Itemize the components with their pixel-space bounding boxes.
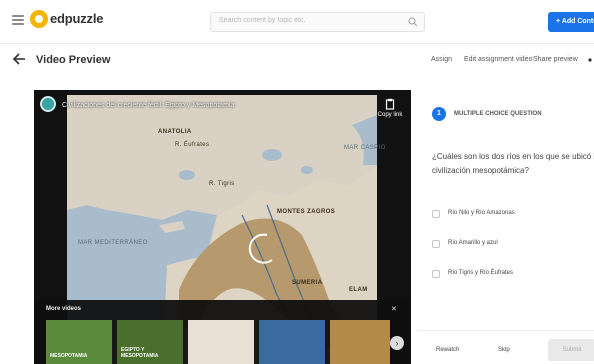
- more-options-icon[interactable]: [586, 55, 594, 65]
- option-label: Río Amarillo y azul: [448, 240, 498, 246]
- skip-button[interactable]: Skip: [498, 347, 510, 353]
- next-videos-arrow-icon[interactable]: ›: [390, 336, 404, 350]
- thumbnail-label: MESOPOTAMIA: [50, 353, 88, 359]
- map-label-sumeria: SUMERIA: [292, 280, 323, 286]
- option-checkbox[interactable]: [432, 210, 440, 218]
- answer-option[interactable]: Río Tigris y Río Éufrates: [432, 268, 582, 280]
- submit-button[interactable]: Submit: [548, 339, 594, 361]
- question-number-badge: 1: [432, 107, 446, 121]
- video-thumbnail[interactable]: [259, 320, 325, 364]
- video-thumbnail[interactable]: [330, 320, 390, 364]
- search-icon[interactable]: [408, 17, 418, 27]
- more-videos-title: More videos: [46, 306, 82, 312]
- map-label-montes-zagros: MONTES ZAGROS: [277, 209, 336, 215]
- copy-link-button[interactable]: Copy link: [376, 98, 404, 118]
- answer-option[interactable]: Río Nilo y Río Amazonas: [432, 208, 582, 220]
- option-label: Río Tigris y Río Éufrates: [448, 270, 514, 276]
- share-preview-link[interactable]: Share preview: [533, 56, 578, 63]
- search-input[interactable]: Search content by topic etc.: [210, 12, 425, 32]
- thumbnail-label: EGIPTO Y MESOPOTAMIA: [121, 347, 159, 359]
- question-actions-bar: Rewatch Skip Submit: [418, 330, 594, 364]
- more-videos-panel: More videos ✕ MESOPOTAMIA EGIPTO Y MESOP…: [34, 300, 411, 364]
- map-label-mar-mediterraneo: MAR MEDITERRÁNEO: [78, 240, 148, 246]
- video-thumbnail[interactable]: MESOPOTAMIA: [46, 320, 112, 364]
- add-content-button[interactable]: + Add Content: [548, 12, 594, 32]
- video-title[interactable]: Civilizaciones del creciente fértil: Egi…: [62, 102, 234, 109]
- channel-avatar[interactable]: [40, 96, 56, 112]
- question-type-label: MULTIPLE CHOICE QUESTION: [454, 111, 542, 117]
- option-checkbox[interactable]: [432, 240, 440, 248]
- map-label-anatolia: ANATOLIA: [158, 129, 192, 135]
- question-text: ¿Cuáles son los dos ríos en los que se u…: [432, 152, 594, 175]
- map-label-mar-caspio: MAR CASPIO: [344, 145, 386, 151]
- option-label: Río Nilo y Río Amazonas: [448, 210, 515, 216]
- search-placeholder: Search content by topic etc.: [219, 17, 306, 24]
- app-logo-text[interactable]: edpuzzle: [50, 11, 103, 26]
- rewatch-button[interactable]: Rewatch: [436, 347, 459, 353]
- video-player[interactable]: ANATOLIA R. Éufrates R. Tigris MONTES ZA…: [34, 90, 411, 364]
- map-label-elam: ELAM: [349, 287, 368, 293]
- map-label-eufrates: R. Éufrates: [175, 142, 210, 148]
- edpuzzle-logo-icon[interactable]: [30, 10, 48, 28]
- top-navbar: edpuzzle Search content by topic etc. + …: [0, 0, 594, 44]
- page-title: Video Preview: [36, 54, 111, 66]
- menu-icon[interactable]: [12, 15, 24, 25]
- copy-link-label: Copy link: [377, 112, 403, 118]
- close-more-videos-icon[interactable]: ✕: [391, 305, 397, 313]
- assign-link[interactable]: Assign: [431, 56, 452, 63]
- clipboard-icon: [385, 98, 395, 110]
- video-thumbnail[interactable]: EGIPTO Y MESOPOTAMIA: [117, 320, 183, 364]
- edit-assignment-link[interactable]: Edit assignment video: [464, 56, 532, 63]
- answer-option[interactable]: Río Amarillo y azul: [432, 238, 582, 250]
- map-label-tigris: R. Tigris: [209, 181, 235, 187]
- video-thumbnail[interactable]: [188, 320, 254, 364]
- back-arrow-icon[interactable]: [12, 53, 26, 65]
- option-checkbox[interactable]: [432, 270, 440, 278]
